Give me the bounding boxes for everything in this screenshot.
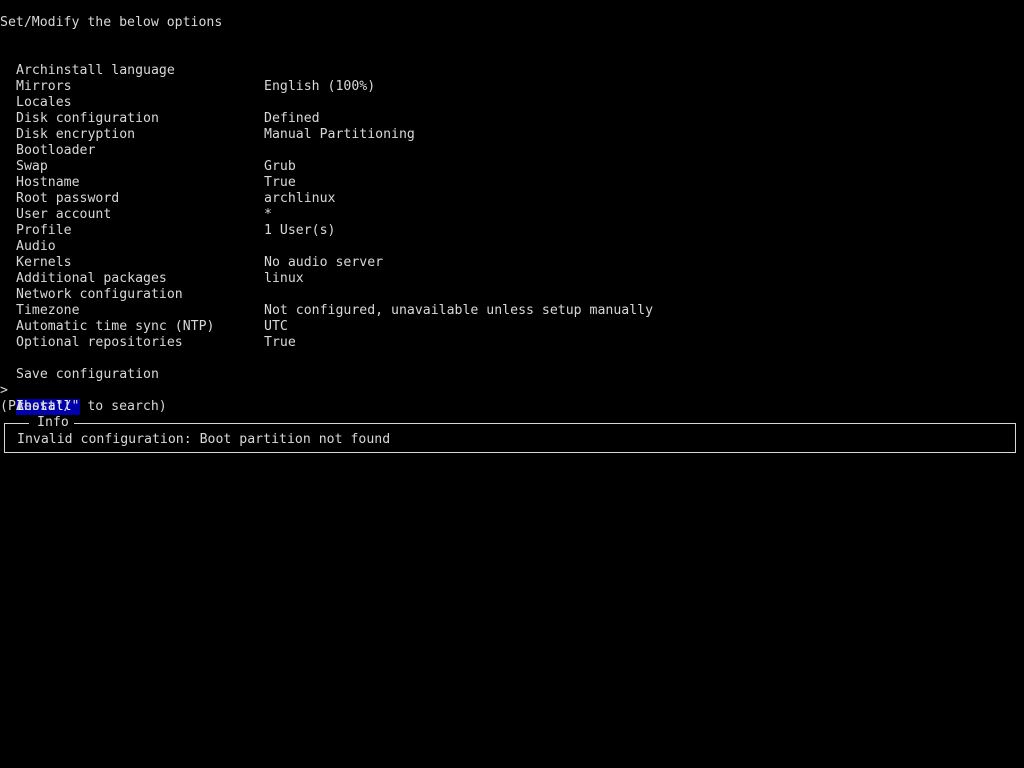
menu-item-user-account[interactable]: User account 1 User(s)	[0, 191, 1024, 238]
info-panel: Info Invalid configuration: Boot partiti…	[4, 415, 1016, 453]
menu-item-archinstall-language[interactable]: Archinstall language English (100%)	[0, 47, 1024, 94]
menu-item-additional-packages[interactable]: Additional packages	[0, 255, 1024, 286]
header-title: Set/Modify the below options	[0, 15, 223, 30]
search-hint: (Press "/" to search)	[0, 399, 167, 414]
menu-item-profile[interactable]: Profile	[0, 207, 1024, 238]
menu-item-hostname[interactable]: Hostname archlinux	[0, 159, 1024, 206]
menu-item-disk-configuration[interactable]: Disk configuration Manual Partitioning	[0, 95, 1024, 142]
menu-item-root-password[interactable]: Root password *	[0, 175, 1024, 222]
menu-item-label: Optional repositories	[16, 335, 183, 350]
menu-item-save-configuration[interactable]: Save configuration	[0, 351, 1024, 382]
menu-item-disk-encryption[interactable]: Disk encryption	[0, 111, 1024, 142]
menu-item-mirrors[interactable]: Mirrors	[0, 63, 1024, 94]
menu-item-swap[interactable]: Swap True	[0, 143, 1024, 190]
menu-item-optional-repositories[interactable]: Optional repositories	[0, 319, 1024, 350]
info-message: Invalid configuration: Boot partition no…	[17, 432, 391, 447]
menu-item-bootloader[interactable]: Bootloader Grub	[0, 127, 1024, 174]
menu-item-kernels[interactable]: Kernels linux	[0, 239, 1024, 286]
info-panel-title: Info	[29, 415, 74, 431]
menu-item-timezone[interactable]: Timezone UTC	[0, 287, 1024, 334]
menu-item-abort[interactable]: Abort	[0, 383, 1024, 414]
menu-item-audio[interactable]: Audio No audio server	[0, 223, 1024, 270]
menu-item-install[interactable]: > Install	[0, 367, 1024, 415]
menu-item-value: True	[264, 335, 296, 350]
menu-item-automatic-time-sync[interactable]: Automatic time sync (NTP) True	[0, 303, 1024, 350]
menu-item-locales[interactable]: Locales Defined	[0, 79, 1024, 126]
menu-item-network-configuration[interactable]: Network configuration Not configured, un…	[0, 271, 1024, 318]
